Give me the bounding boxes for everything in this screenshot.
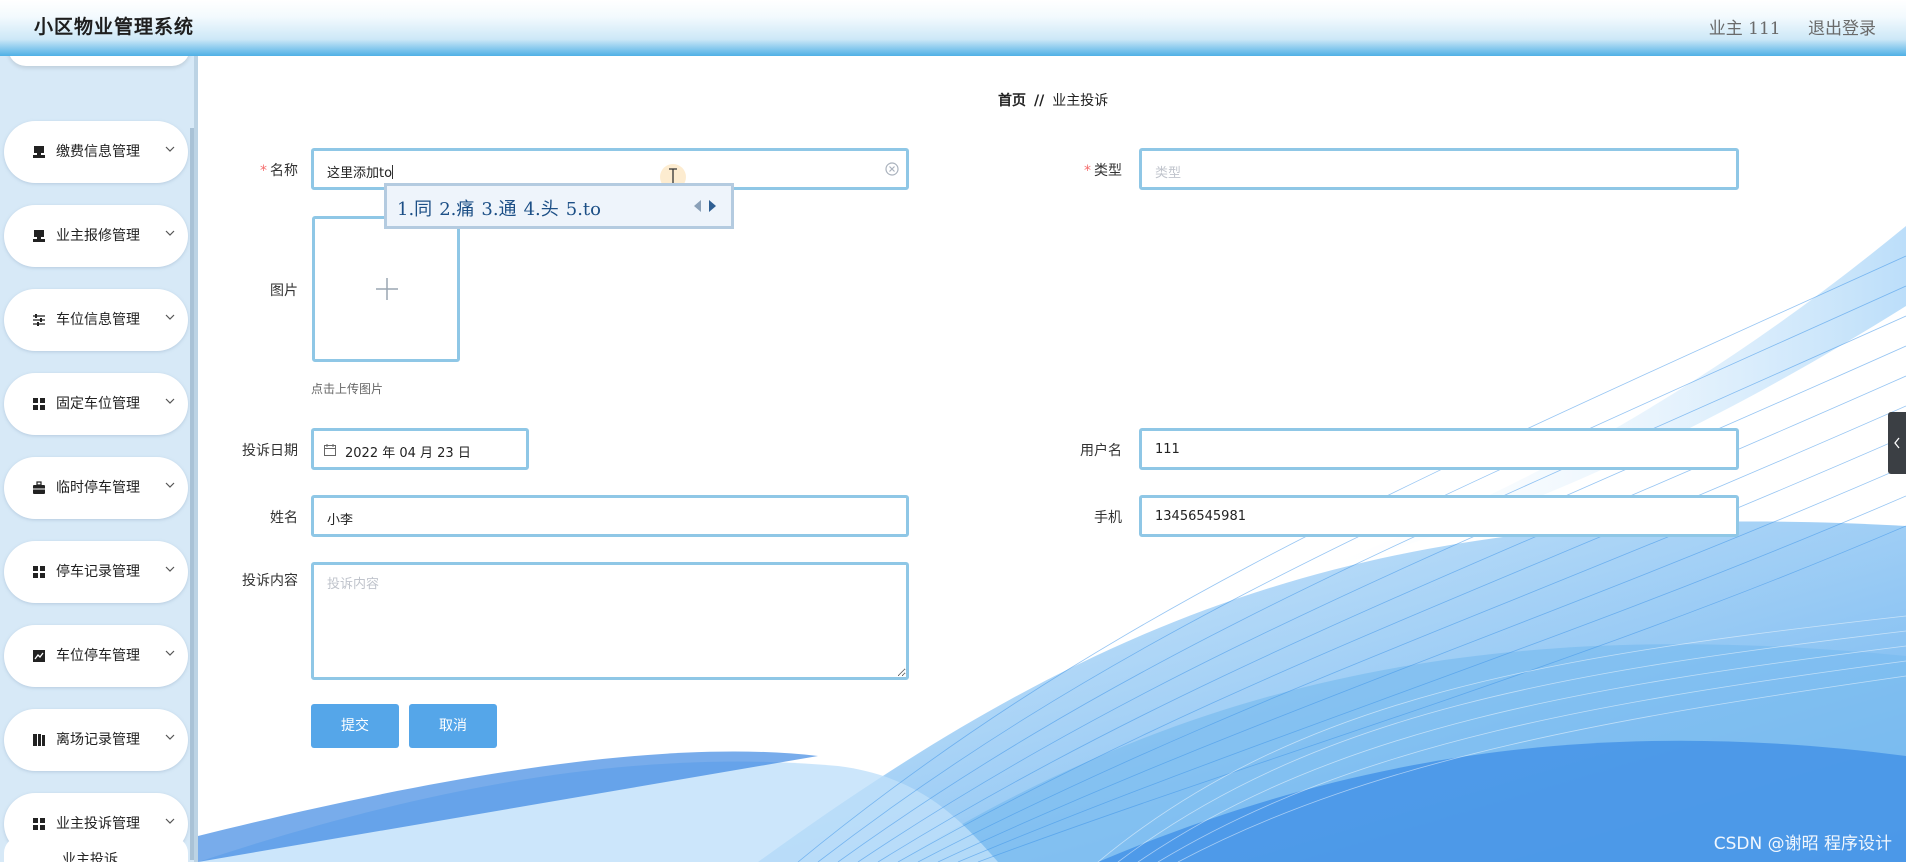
sidebar-menu-item[interactable]: 业主报修管理 [4, 205, 188, 267]
cash-register-icon [33, 230, 45, 242]
chart-icon [33, 650, 45, 662]
submit-button[interactable]: 提交 [311, 704, 399, 748]
realname-value: 小李 [327, 513, 354, 528]
upload-hint: 点击上传图片 [311, 382, 384, 396]
sidebar-menu-item[interactable]: 车位停车管理 [4, 625, 188, 687]
calendar-icon [324, 444, 336, 456]
phone-value: 13456545981 [1155, 509, 1246, 524]
sidebar-scrollbar[interactable] [190, 128, 194, 860]
app-title: 小区物业管理系统 [34, 16, 195, 38]
chevron-down-icon [165, 650, 175, 656]
logout-link[interactable]: 退出登录 [1808, 19, 1876, 39]
main-content: 首页 // 业主投诉 * 名称 这里添加to * 类型 类型 图片 点击上传图片 1.同… [198, 56, 1906, 862]
name-input-value: 这里添加to [327, 166, 393, 181]
sidebar-menu-label: 停车记录管理 [56, 564, 140, 580]
username-label: 用户名 [1080, 443, 1122, 459]
ime-candidate[interactable]: 5.to [566, 199, 601, 220]
plus-icon [376, 278, 398, 300]
date-picker[interactable]: 2022 年 04 月 23 日 [311, 428, 529, 470]
phone-input[interactable]: 13456545981 [1139, 495, 1739, 537]
ime-candidate[interactable]: 1.同 [397, 199, 432, 220]
sidebar-menu-item[interactable]: 临时停车管理 [4, 457, 188, 519]
type-placeholder: 类型 [1155, 166, 1182, 181]
image-label: 图片 [270, 283, 298, 299]
chevron-left-icon [1894, 437, 1900, 449]
chevron-down-icon [165, 482, 175, 488]
sidebar-menu-label: 临时停车管理 [56, 480, 140, 496]
ime-candidate-window: 1.同 2.痛 3.通 4.头 5.to [384, 183, 734, 229]
sidebar-menu-label: 业主投诉管理 [56, 816, 140, 832]
clear-icon[interactable] [884, 161, 900, 177]
current-user: 业主 111 [1708, 19, 1781, 39]
sidebar-menu-label: 车位停车管理 [56, 648, 140, 664]
sidebar-menu-label: 缴费信息管理 [56, 144, 140, 160]
grid-icon [33, 566, 45, 578]
sidebar-menu-item-partial[interactable] [8, 56, 190, 66]
sliders-icon [33, 314, 45, 326]
ime-candidate[interactable]: 3.通 [481, 199, 516, 220]
cancel-button[interactable]: 取消 [409, 704, 497, 748]
phone-label: 手机 [1094, 510, 1122, 526]
submenu-item-owner-complaint[interactable]: 业主投诉 [4, 837, 188, 862]
sidebar-menu-label: 车位信息管理 [56, 312, 140, 328]
breadcrumb-home[interactable]: 首页 [998, 93, 1026, 109]
username-value: 111 [1155, 442, 1180, 457]
chevron-down-icon [165, 398, 175, 404]
sidebar-menu-label: 离场记录管理 [56, 732, 140, 748]
header-user-area: 业主 111 退出登录 [1687, 14, 1876, 39]
chevron-down-icon [165, 314, 175, 320]
sidebar-menu-item[interactable]: 停车记录管理 [4, 541, 188, 603]
grid-icon [33, 398, 45, 410]
chevron-down-icon [165, 818, 175, 824]
book-icon [33, 734, 45, 746]
text-caret [392, 165, 394, 179]
image-upload-box[interactable] [312, 216, 460, 362]
content-textarea[interactable] [311, 562, 909, 680]
realname-label: 姓名 [270, 510, 298, 526]
ime-candidate[interactable]: 2.痛 [439, 199, 474, 220]
breadcrumb: 首页 // 业主投诉 [998, 90, 1108, 110]
chevron-down-icon [165, 146, 175, 152]
type-label: * 类型 [1084, 163, 1122, 179]
name-label: * 名称 [260, 163, 298, 179]
side-collapse-tab[interactable] [1888, 412, 1906, 474]
grid-icon [33, 818, 45, 830]
sidebar-menu-item[interactable]: 离场记录管理 [4, 709, 188, 771]
sidebar: 缴费信息管理 业主报修管理 车位信息管理 固定车位管理 临时停车管理 停车记录管理 车位停车… [0, 56, 198, 862]
username-input[interactable]: 111 [1139, 428, 1739, 470]
ime-page-arrows-icon[interactable] [691, 198, 721, 214]
sidebar-menu-item[interactable]: 车位信息管理 [4, 289, 188, 351]
sidebar-menu-label: 业主报修管理 [56, 228, 140, 244]
content-label: 投诉内容 [242, 573, 298, 589]
sidebar-menu-item[interactable]: 缴费信息管理 [4, 121, 188, 183]
watermark: CSDN @谢昭 程序设计 [1713, 834, 1892, 854]
chevron-down-icon [165, 566, 175, 572]
cash-register-icon [33, 146, 45, 158]
sidebar-menu-item[interactable]: 固定车位管理 [4, 373, 188, 435]
sidebar-menu-label: 固定车位管理 [56, 396, 140, 412]
top-header: 小区物业管理系统 业主 111 退出登录 [0, 0, 1906, 56]
realname-input[interactable]: 小李 [311, 495, 909, 537]
briefcase-icon [33, 481, 45, 494]
chevron-down-icon [165, 230, 175, 236]
date-value: 2022 年 04 月 23 日 [345, 446, 471, 461]
ime-candidate[interactable]: 4.头 [524, 199, 559, 220]
chevron-down-icon [165, 734, 175, 740]
breadcrumb-separator: // [1034, 93, 1045, 109]
type-input[interactable]: 类型 [1139, 148, 1739, 190]
breadcrumb-current: 业主投诉 [1052, 93, 1109, 109]
submenu-item-label: 业主投诉 [62, 852, 118, 862]
date-label: 投诉日期 [242, 443, 298, 459]
